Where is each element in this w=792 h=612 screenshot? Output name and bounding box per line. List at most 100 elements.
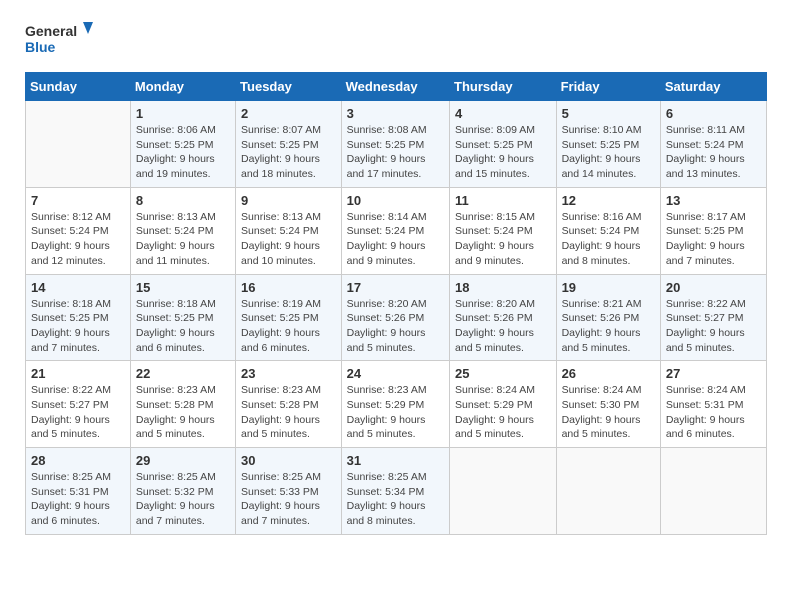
day-info: Sunrise: 8:25 AMSunset: 5:34 PMDaylight:… — [347, 470, 444, 529]
day-number: 13 — [666, 193, 761, 208]
calendar-cell: 9 Sunrise: 8:13 AMSunset: 5:24 PMDaylight… — [236, 187, 342, 274]
day-number: 4 — [455, 106, 551, 121]
day-number: 28 — [31, 453, 125, 468]
day-number: 29 — [136, 453, 230, 468]
day-info: Sunrise: 8:08 AMSunset: 5:25 PMDaylight:… — [347, 123, 444, 182]
calendar-header-saturday: Saturday — [660, 73, 766, 101]
calendar-cell: 28 Sunrise: 8:25 AMSunset: 5:31 PMDayligh… — [26, 448, 131, 535]
calendar-week-row: 14 Sunrise: 8:18 AMSunset: 5:25 PMDayligh… — [26, 274, 767, 361]
day-number: 19 — [562, 280, 655, 295]
calendar-week-row: 28 Sunrise: 8:25 AMSunset: 5:31 PMDayligh… — [26, 448, 767, 535]
day-info: Sunrise: 8:24 AMSunset: 5:29 PMDaylight:… — [455, 383, 551, 442]
day-info: Sunrise: 8:24 AMSunset: 5:30 PMDaylight:… — [562, 383, 655, 442]
calendar-header-friday: Friday — [556, 73, 660, 101]
day-info: Sunrise: 8:11 AMSunset: 5:24 PMDaylight:… — [666, 123, 761, 182]
day-number: 2 — [241, 106, 336, 121]
calendar-cell: 3 Sunrise: 8:08 AMSunset: 5:25 PMDaylight… — [341, 101, 449, 188]
calendar-cell: 20 Sunrise: 8:22 AMSunset: 5:27 PMDayligh… — [660, 274, 766, 361]
calendar-cell — [556, 448, 660, 535]
calendar-cell: 11Sunrise: 8:15 AMSunset: 5:24 PMDayligh… — [450, 187, 557, 274]
day-number: 21 — [31, 366, 125, 381]
day-number: 6 — [666, 106, 761, 121]
day-number: 12 — [562, 193, 655, 208]
day-info: Sunrise: 8:16 AMSunset: 5:24 PMDaylight:… — [562, 210, 655, 269]
calendar-cell: 8Sunrise: 8:13 AMSunset: 5:24 PMDaylight… — [130, 187, 235, 274]
calendar-cell: 5 Sunrise: 8:10 AMSunset: 5:25 PMDaylight… — [556, 101, 660, 188]
calendar-cell: 25Sunrise: 8:24 AMSunset: 5:29 PMDayligh… — [450, 361, 557, 448]
day-number: 18 — [455, 280, 551, 295]
calendar-week-row: 1Sunrise: 8:06 AMSunset: 5:25 PMDaylight… — [26, 101, 767, 188]
calendar-cell — [660, 448, 766, 535]
calendar-cell: 29 Sunrise: 8:25 AMSunset: 5:32 PMDayligh… — [130, 448, 235, 535]
day-info: Sunrise: 8:19 AMSunset: 5:25 PMDaylight:… — [241, 297, 336, 356]
day-number: 15 — [136, 280, 230, 295]
calendar-table: SundayMondayTuesdayWednesdayThursdayFrid… — [25, 72, 767, 535]
calendar-cell: 1Sunrise: 8:06 AMSunset: 5:25 PMDaylight… — [130, 101, 235, 188]
day-number: 26 — [562, 366, 655, 381]
calendar-cell: 24 Sunrise: 8:23 AMSunset: 5:29 PMDayligh… — [341, 361, 449, 448]
calendar-cell: 26 Sunrise: 8:24 AMSunset: 5:30 PMDayligh… — [556, 361, 660, 448]
day-info: Sunrise: 8:14 AMSunset: 5:24 PMDaylight:… — [347, 210, 444, 269]
day-number: 24 — [347, 366, 444, 381]
day-info: Sunrise: 8:07 AMSunset: 5:25 PMDaylight:… — [241, 123, 336, 182]
calendar-week-row: 21 Sunrise: 8:22 AMSunset: 5:27 PMDayligh… — [26, 361, 767, 448]
day-info: Sunrise: 8:20 AMSunset: 5:26 PMDaylight:… — [347, 297, 444, 356]
calendar-header-monday: Monday — [130, 73, 235, 101]
calendar-cell: 30 Sunrise: 8:25 AMSunset: 5:33 PMDayligh… — [236, 448, 342, 535]
day-number: 16 — [241, 280, 336, 295]
calendar-header-wednesday: Wednesday — [341, 73, 449, 101]
day-number: 20 — [666, 280, 761, 295]
day-info: Sunrise: 8:13 AMSunset: 5:24 PMDaylight:… — [136, 210, 230, 269]
day-info: Sunrise: 8:18 AMSunset: 5:25 PMDaylight:… — [136, 297, 230, 356]
day-info: Sunrise: 8:22 AMSunset: 5:27 PMDaylight:… — [31, 383, 125, 442]
calendar-cell: 7Sunrise: 8:12 AMSunset: 5:24 PMDaylight… — [26, 187, 131, 274]
day-number: 23 — [241, 366, 336, 381]
calendar-cell: 15 Sunrise: 8:18 AMSunset: 5:25 PMDayligh… — [130, 274, 235, 361]
day-number: 14 — [31, 280, 125, 295]
day-info: Sunrise: 8:09 AMSunset: 5:25 PMDaylight:… — [455, 123, 551, 182]
day-info: Sunrise: 8:12 AMSunset: 5:24 PMDaylight:… — [31, 210, 125, 269]
day-info: Sunrise: 8:21 AMSunset: 5:26 PMDaylight:… — [562, 297, 655, 356]
calendar-cell: 21 Sunrise: 8:22 AMSunset: 5:27 PMDayligh… — [26, 361, 131, 448]
day-info: Sunrise: 8:17 AMSunset: 5:25 PMDaylight:… — [666, 210, 761, 269]
day-number: 1 — [136, 106, 230, 121]
day-info: Sunrise: 8:13 AMSunset: 5:24 PMDaylight:… — [241, 210, 336, 269]
day-info: Sunrise: 8:22 AMSunset: 5:27 PMDaylight:… — [666, 297, 761, 356]
calendar-cell: 17Sunrise: 8:20 AMSunset: 5:26 PMDayligh… — [341, 274, 449, 361]
day-info: Sunrise: 8:25 AMSunset: 5:33 PMDaylight:… — [241, 470, 336, 529]
calendar-header-thursday: Thursday — [450, 73, 557, 101]
calendar-cell: 14Sunrise: 8:18 AMSunset: 5:25 PMDayligh… — [26, 274, 131, 361]
day-number: 11 — [455, 193, 551, 208]
calendar-cell: 13 Sunrise: 8:17 AMSunset: 5:25 PMDayligh… — [660, 187, 766, 274]
calendar-cell: 10 Sunrise: 8:14 AMSunset: 5:24 PMDayligh… — [341, 187, 449, 274]
logo: General Blue — [25, 20, 95, 62]
calendar-cell: 12 Sunrise: 8:16 AMSunset: 5:24 PMDayligh… — [556, 187, 660, 274]
day-number: 22 — [136, 366, 230, 381]
day-info: Sunrise: 8:23 AMSunset: 5:29 PMDaylight:… — [347, 383, 444, 442]
day-number: 31 — [347, 453, 444, 468]
calendar-cell — [450, 448, 557, 535]
day-info: Sunrise: 8:25 AMSunset: 5:32 PMDaylight:… — [136, 470, 230, 529]
svg-text:Blue: Blue — [25, 39, 56, 55]
calendar-header-sunday: Sunday — [26, 73, 131, 101]
calendar-cell: 22Sunrise: 8:23 AMSunset: 5:28 PMDayligh… — [130, 361, 235, 448]
day-number: 27 — [666, 366, 761, 381]
calendar-week-row: 7Sunrise: 8:12 AMSunset: 5:24 PMDaylight… — [26, 187, 767, 274]
calendar-cell: 19 Sunrise: 8:21 AMSunset: 5:26 PMDayligh… — [556, 274, 660, 361]
day-number: 10 — [347, 193, 444, 208]
calendar-cell — [26, 101, 131, 188]
page-header: General Blue — [25, 20, 767, 62]
day-info: Sunrise: 8:20 AMSunset: 5:26 PMDaylight:… — [455, 297, 551, 356]
calendar-cell: 6 Sunrise: 8:11 AMSunset: 5:24 PMDaylight… — [660, 101, 766, 188]
svg-text:General: General — [25, 23, 77, 39]
calendar-cell: 2 Sunrise: 8:07 AMSunset: 5:25 PMDaylight… — [236, 101, 342, 188]
day-info: Sunrise: 8:10 AMSunset: 5:25 PMDaylight:… — [562, 123, 655, 182]
day-info: Sunrise: 8:24 AMSunset: 5:31 PMDaylight:… — [666, 383, 761, 442]
day-info: Sunrise: 8:25 AMSunset: 5:31 PMDaylight:… — [31, 470, 125, 529]
day-number: 30 — [241, 453, 336, 468]
day-number: 5 — [562, 106, 655, 121]
day-number: 3 — [347, 106, 444, 121]
logo-svg: General Blue — [25, 20, 95, 62]
day-info: Sunrise: 8:23 AMSunset: 5:28 PMDaylight:… — [241, 383, 336, 442]
day-number: 9 — [241, 193, 336, 208]
